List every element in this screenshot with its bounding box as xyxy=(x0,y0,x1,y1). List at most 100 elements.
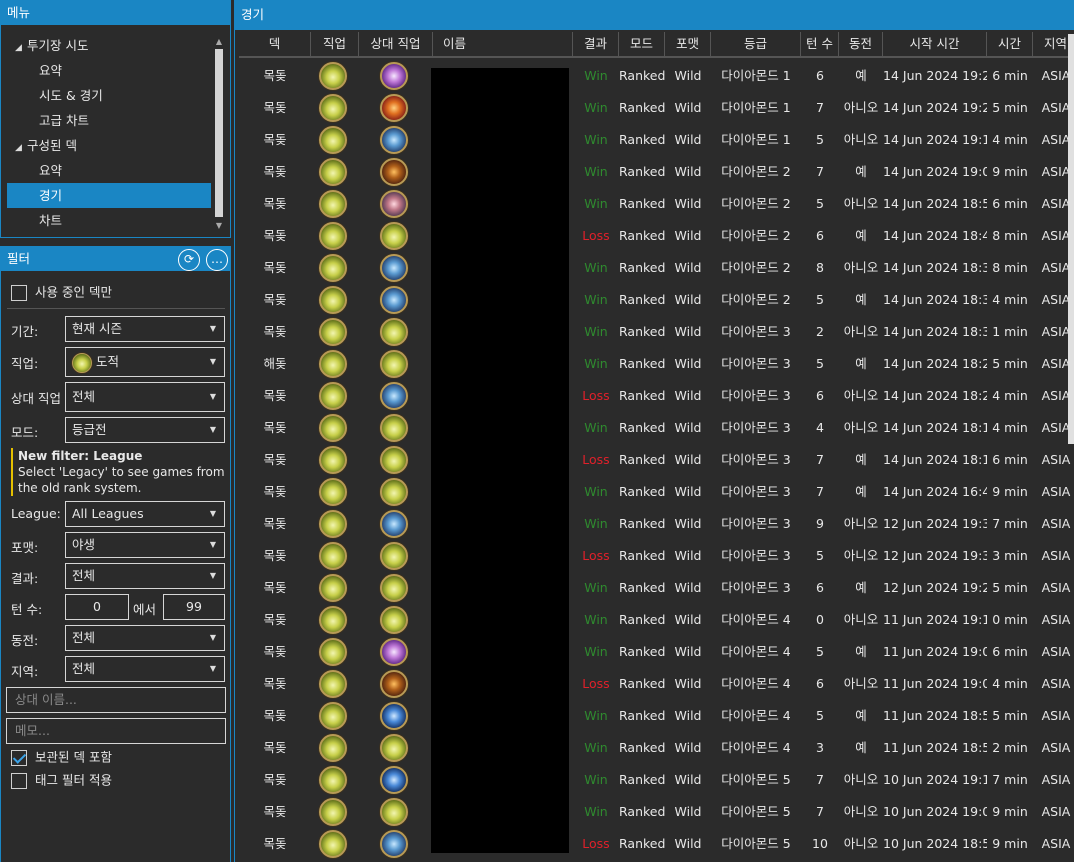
cell-deck: 목돚 xyxy=(263,836,287,851)
region-label: 지역: xyxy=(11,664,39,679)
league-select[interactable]: All Leagues ▼ xyxy=(65,501,225,527)
expand-arrow-icon[interactable]: ◢ xyxy=(15,136,27,161)
table-row[interactable]: 목돚 Win Ranked Wild 다이아몬드 3 6 예 12 Jun 2024 19:2… xyxy=(239,572,1074,604)
table-row[interactable]: 목돚 Win Ranked Wild 다이아몬드 2 8 아니오 14 Jun 2024 18… xyxy=(239,252,1074,284)
region-select[interactable]: 전체 ▼ xyxy=(65,656,225,682)
menu-item[interactable]: 시도 & 경기 xyxy=(7,83,211,108)
table-row[interactable]: 목돚 Win Ranked Wild 다이아몬드 1 7 아니오 14 Jun 2024 19… xyxy=(239,92,1074,124)
column-header[interactable]: 이름 xyxy=(433,32,573,56)
menu-scrollbar[interactable]: ▲ ▼ xyxy=(214,37,224,231)
class-select[interactable]: 도적 ▼ xyxy=(65,347,225,377)
scroll-down-icon[interactable]: ▼ xyxy=(214,221,224,231)
table-row[interactable]: 목돚 Win Ranked Wild 다이아몬드 5 7 아니오 10 Jun 2024 19… xyxy=(239,796,1074,828)
menu-item[interactable]: 경기 xyxy=(7,183,211,208)
table-row[interactable]: 목돚 Loss Ranked Wild 다이아몬드 5 10 아니오 10 Jun 2024 … xyxy=(239,828,1074,860)
column-header[interactable]: 결과 xyxy=(573,32,619,56)
menu-group[interactable]: ◢ 구성된 덱 xyxy=(7,133,211,158)
cell-result: Win xyxy=(584,68,608,83)
cell-format: Wild xyxy=(674,132,702,147)
table-row[interactable]: 목돚 Win Ranked Wild 다이아몬드 4 0 아니오 11 Jun 2024 19… xyxy=(239,604,1074,636)
opponent-class-select[interactable]: 전체 ▼ xyxy=(65,382,225,412)
menu-group[interactable]: ◢ 투기장 시도 xyxy=(7,33,211,58)
result-select[interactable]: 전체 ▼ xyxy=(65,563,225,589)
cell-coin: 아니오 xyxy=(843,260,879,275)
table-row[interactable]: 목돚 Win Ranked Wild 다이아몬드 1 5 아니오 14 Jun 2024 19… xyxy=(239,124,1074,156)
more-options-icon[interactable]: … xyxy=(206,249,228,271)
menu-item[interactable]: 고급 차트 xyxy=(7,108,211,133)
turns-to-input[interactable]: 99 xyxy=(163,594,225,620)
column-header[interactable]: 상대 직업 xyxy=(359,32,433,56)
cell-deck: 목돚 xyxy=(263,516,287,531)
menu-item[interactable]: 요약 xyxy=(7,58,211,83)
opponent-name-input[interactable]: 상대 이름... xyxy=(6,687,226,713)
turns-from-input[interactable]: 0 xyxy=(65,594,129,620)
cell-deck: 목돚 xyxy=(263,292,287,307)
rogue-class-icon xyxy=(319,446,347,474)
menu-item[interactable]: 요약 xyxy=(7,158,211,183)
games-scrollbar[interactable] xyxy=(1068,34,1074,444)
period-select[interactable]: 현재 시즌 ▼ xyxy=(65,316,225,342)
table-row[interactable]: 목돚 Win Ranked Wild 다이아몬드 2 5 아니오 14 Jun 2024 18… xyxy=(239,188,1074,220)
cell-coin: 예 xyxy=(855,644,867,659)
table-row[interactable]: 목돚 Win Ranked Wild 다이아몬드 3 9 아니오 12 Jun 2024 19… xyxy=(239,508,1074,540)
cell-format: Wild xyxy=(674,548,702,563)
cell-rank: 다이아몬드 2 xyxy=(721,292,791,307)
menu-item-label: 경기 xyxy=(39,188,63,203)
column-header[interactable]: 시간 xyxy=(987,32,1033,56)
cell-format: Wild xyxy=(674,260,702,275)
notice-title: New filter: League xyxy=(18,449,143,463)
coin-select[interactable]: 전체 ▼ xyxy=(65,625,225,651)
active-decks-only-checkbox[interactable]: 사용 중인 덱만 xyxy=(11,283,112,303)
menu-item[interactable]: 차트 xyxy=(7,208,211,233)
column-header[interactable]: 시작 시간 xyxy=(883,32,987,56)
table-row[interactable]: 목돚 Win Ranked Wild 다이아몬드 4 3 예 11 Jun 2024 18:5… xyxy=(239,732,1074,764)
table-row[interactable]: 목돚 Win Ranked Wild 다이아몬드 3 4 아니오 14 Jun 2024 18… xyxy=(239,412,1074,444)
column-header[interactable]: 포맷 xyxy=(665,32,711,56)
column-header[interactable]: 등급 xyxy=(711,32,801,56)
include-archived-checkbox[interactable]: 보관된 덱 포함 xyxy=(11,748,112,768)
table-row[interactable]: 목돚 Loss Ranked Wild 다이아몬드 2 6 예 14 Jun 2024 18:… xyxy=(239,220,1074,252)
table-row[interactable]: 목돚 Win Ranked Wild 다이아몬드 4 5 예 11 Jun 2024 18:5… xyxy=(239,700,1074,732)
refresh-icon[interactable]: ⟳ xyxy=(178,249,200,271)
table-row[interactable]: 목돚 Win Ranked Wild 다이아몬드 3 7 예 14 Jun 2024 16:4… xyxy=(239,476,1074,508)
table-row[interactable]: 목돚 Loss Ranked Wild 다이아몬드 3 6 아니오 14 Jun 2024 1… xyxy=(239,380,1074,412)
cell-turns: 6 xyxy=(816,580,824,595)
cell-rank: 다이아몬드 3 xyxy=(721,548,791,563)
table-row[interactable]: 목돚 Win Ranked Wild 다이아몬드 4 5 예 11 Jun 2024 19:0… xyxy=(239,636,1074,668)
mode-select[interactable]: 등급전 ▼ xyxy=(65,417,225,443)
table-row[interactable]: 목돚 Win Ranked Wild 다이아몬드 2 5 예 14 Jun 2024 18:3… xyxy=(239,284,1074,316)
cell-format: Wild xyxy=(674,388,702,403)
cell-start: 11 Jun 2024 18:55 xyxy=(883,740,987,755)
league-notice: New filter: League Select 'Legacy' to se… xyxy=(11,448,225,496)
cell-mode: Ranked xyxy=(619,164,665,179)
chevron-down-icon: ▼ xyxy=(209,392,216,401)
menu-item-label: 고급 차트 xyxy=(39,113,89,128)
cell-turns: 3 xyxy=(816,740,824,755)
column-header[interactable]: 덱 xyxy=(239,32,311,56)
column-header[interactable]: 모드 xyxy=(619,32,665,56)
table-row[interactable]: 목돚 Loss Ranked Wild 다이아몬드 3 5 아니오 12 Jun 2024 1… xyxy=(239,540,1074,572)
apply-tag-filter-checkbox[interactable]: 태그 필터 적용 xyxy=(11,771,112,791)
note-input[interactable]: 메모... xyxy=(6,718,226,744)
expand-arrow-icon[interactable]: ◢ xyxy=(15,36,27,61)
table-row[interactable]: 목돚 Win Ranked Wild 다이아몬드 2 7 예 14 Jun 2024 19:0… xyxy=(239,156,1074,188)
checkbox-box[interactable] xyxy=(11,284,27,301)
cell-rank: 다이아몬드 4 xyxy=(721,708,791,723)
scroll-thumb[interactable] xyxy=(215,49,223,217)
scroll-up-icon[interactable]: ▲ xyxy=(214,37,224,47)
column-header[interactable]: 직업 xyxy=(311,32,359,56)
table-row[interactable]: 목돚 Loss Ranked Wild 다이아몬드 3 7 예 14 Jun 2024 18:… xyxy=(239,444,1074,476)
format-select[interactable]: 야생 ▼ xyxy=(65,532,225,558)
column-header[interactable]: 턴 수 xyxy=(801,32,839,56)
column-header[interactable]: 동전 xyxy=(839,32,883,56)
cell-result: Win xyxy=(584,644,608,659)
table-row[interactable]: 목돚 Win Ranked Wild 다이아몬드 3 2 아니오 14 Jun 2024 18… xyxy=(239,316,1074,348)
cell-format: Wild xyxy=(674,708,702,723)
chevron-down-icon: ▼ xyxy=(209,633,216,642)
table-row[interactable]: 목돚 Win Ranked Wild 다이아몬드 1 6 예 14 Jun 2024 19:2… xyxy=(239,60,1074,92)
table-row[interactable]: 해돚 Win Ranked Wild 다이아몬드 3 5 예 14 Jun 2024 18:2… xyxy=(239,348,1074,380)
table-row[interactable]: 목돚 Loss Ranked Wild 다이아몬드 4 6 아니오 11 Jun 2024 1… xyxy=(239,668,1074,700)
checkbox-box[interactable] xyxy=(11,772,27,789)
checkbox-box[interactable] xyxy=(11,749,27,766)
table-row[interactable]: 목돚 Win Ranked Wild 다이아몬드 5 7 아니오 10 Jun 2024 19… xyxy=(239,764,1074,796)
